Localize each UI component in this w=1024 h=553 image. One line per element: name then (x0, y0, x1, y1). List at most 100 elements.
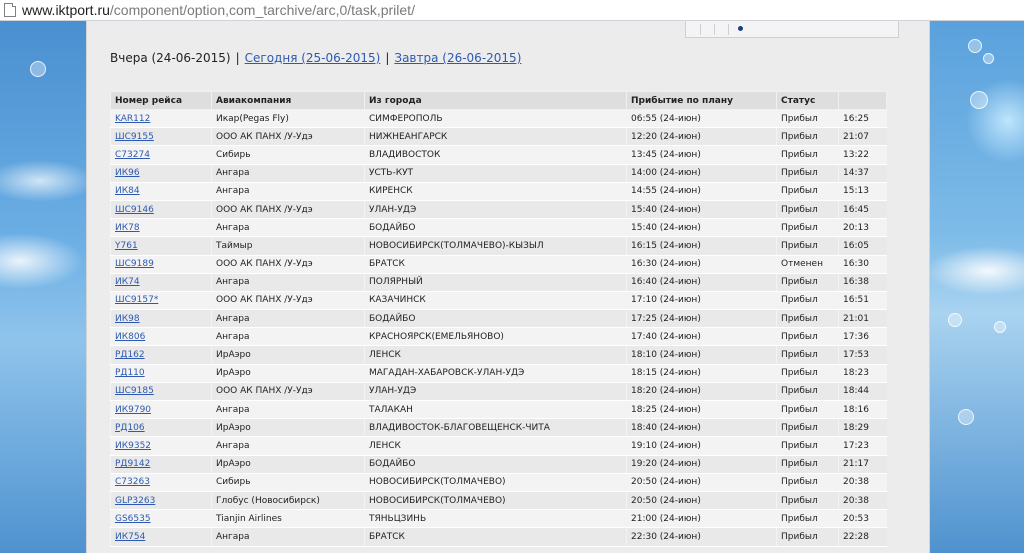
planned-arrival-cell: 19:10 (24-июн) (626, 436, 777, 456)
airline-cell: Глобус (Новосибирск) (211, 490, 365, 511)
actual-time-cell: 16:25 (838, 108, 887, 129)
status-cell: Прибыл (776, 272, 839, 292)
header-airline: Авиакомпания (211, 91, 365, 110)
planned-arrival-cell: 16:40 (24-июн) (626, 272, 777, 292)
status-cell: Прибыл (776, 472, 839, 492)
status-cell: Прибыл (776, 127, 839, 147)
flight-number-cell: GLP3263 (110, 490, 212, 511)
airline-cell: Ангара (211, 399, 365, 420)
origin-city-cell: НОВОСИБИРСК(ТОЛМАЧЕВО) (364, 490, 627, 511)
planned-arrival-cell: 20:50 (24-июн) (626, 490, 777, 511)
status-cell: Прибыл (776, 108, 839, 129)
origin-city-cell: НОВОСИБИРСК(ТОЛМАЧЕВО) (364, 472, 627, 492)
flight-number-link[interactable]: GLP3263 (115, 496, 155, 506)
table-row: РД106 ИрАэро ВЛАДИВОСТОК-БЛАГОВЕЩЕНСК-ЧИТА… (110, 418, 887, 438)
table-row: ИК9790 Ангара ТАЛАКАН 18:25 (24-июн) Прибыл 1… (110, 399, 887, 420)
flight-number-link[interactable]: РД106 (115, 423, 145, 433)
actual-time-cell: 22:28 (838, 527, 887, 547)
planned-arrival-cell: 18:40 (24-июн) (626, 418, 777, 438)
flight-number-link[interactable]: ШС9189 (115, 259, 154, 269)
actual-time-cell: 14:37 (838, 163, 887, 183)
flight-number-link[interactable]: ИК74 (115, 277, 140, 287)
table-row: ИК754 Ангара БРАТСК 22:30 (24-июн) Прибыл 22:… (110, 527, 887, 547)
origin-city-cell: УСТЬ-КУТ (364, 163, 627, 183)
planned-arrival-cell: 18:10 (24-июн) (626, 345, 777, 365)
header-planned-arrival: Прибытие по плану (626, 91, 777, 110)
flight-number-link[interactable]: ИК754 (115, 532, 145, 542)
flight-number-link[interactable]: Y761 (115, 241, 138, 251)
flight-number-link[interactable]: ИК98 (115, 314, 140, 324)
airline-cell: ИрАэро (211, 454, 365, 474)
flight-number-link[interactable]: ШС9146 (115, 205, 154, 215)
flight-number-link[interactable]: ИК78 (115, 223, 140, 233)
flight-number-link[interactable]: ИК96 (115, 168, 140, 178)
flight-number-link[interactable]: ИК9790 (115, 405, 151, 415)
flight-number-link[interactable]: С73263 (115, 477, 150, 487)
origin-city-cell: БОДАЙБО (364, 454, 627, 474)
flight-number-link[interactable]: ШС9185 (115, 386, 154, 396)
airline-cell: Ангара (211, 181, 365, 201)
mini-pager[interactable] (685, 21, 899, 38)
table-row: ИК96 Ангара УСТЬ-КУТ 14:00 (24-июн) Прибыл 14… (110, 163, 887, 183)
status-cell: Прибыл (776, 145, 839, 165)
actual-time-cell: 16:45 (838, 199, 887, 220)
planned-arrival-cell: 16:30 (24-июн) (626, 254, 777, 274)
flight-number-link[interactable]: С73274 (115, 150, 150, 160)
planned-arrival-cell: 17:40 (24-июн) (626, 327, 777, 347)
tomorrow-link[interactable]: Завтра (26-06-2015) (394, 51, 521, 65)
planned-arrival-cell: 20:50 (24-июн) (626, 472, 777, 492)
airline-cell: Таймыр (211, 236, 365, 256)
actual-time-cell: 18:23 (838, 363, 887, 383)
yesterday-label: Вчера (24-06-2015) (110, 51, 231, 65)
table-row: РД162 ИрАэро ЛЕНСК 18:10 (24-июн) Прибыл 17:5… (110, 345, 887, 365)
origin-city-cell: КИРЕНСК (364, 181, 627, 201)
origin-city-cell: ВЛАДИВОСТОК-БЛАГОВЕЩЕНСК-ЧИТА (364, 418, 627, 438)
flight-number-cell: ШС9146 (110, 199, 212, 220)
flight-number-cell: ШС9157* (110, 290, 212, 311)
table-row: РД110 ИрАэро МАГАДАН-ХАБАРОВСК-УЛАН-УДЭ 18:… (110, 363, 887, 383)
planned-arrival-cell: 14:55 (24-июн) (626, 181, 777, 201)
flight-number-link[interactable]: ИК84 (115, 186, 140, 196)
actual-time-cell: 21:17 (838, 454, 887, 474)
status-cell: Прибыл (776, 436, 839, 456)
flight-number-link[interactable]: РД9142 (115, 459, 150, 469)
bubble-decoration (994, 321, 1006, 333)
actual-time-cell: 17:23 (838, 436, 887, 456)
page-icon (4, 3, 16, 17)
origin-city-cell: ТАЛАКАН (364, 399, 627, 420)
origin-city-cell: ТЯНЬЦЗИНЬ (364, 509, 627, 529)
actual-time-cell: 16:51 (838, 290, 887, 311)
address-bar[interactable]: www.iktport.ru/component/option,com_tarc… (0, 0, 1024, 21)
nav-separator: | (385, 51, 390, 65)
table-row: С73274 Сибирь ВЛАДИВОСТОК 13:45 (24-июн) При… (110, 145, 887, 165)
origin-city-cell: СИМФЕРОПОЛЬ (364, 108, 627, 129)
table-row: ИК806 Ангара КРАСНОЯРСК(ЕМЕЛЬЯНОВО) 17:40 (… (110, 327, 887, 347)
flight-number-cell: ШС9155 (110, 127, 212, 147)
actual-time-cell: 21:01 (838, 309, 887, 329)
flight-number-cell: ИК754 (110, 527, 212, 547)
flight-number-cell: ИК78 (110, 218, 212, 238)
flight-number-link[interactable]: ШС9157* (115, 295, 158, 305)
status-cell: Прибыл (776, 490, 839, 511)
flight-number-link[interactable]: ШС9155 (115, 132, 154, 142)
flight-number-link[interactable]: KAR112 (115, 114, 150, 124)
today-link[interactable]: Сегодня (25-06-2015) (245, 51, 381, 65)
airline-cell: ООО АК ПАНХ /У-Удэ (211, 381, 365, 402)
flight-number-link[interactable]: ИК806 (115, 332, 145, 342)
actual-time-cell: 18:16 (838, 399, 887, 420)
flight-number-cell: РД110 (110, 363, 212, 383)
flight-number-link[interactable]: РД162 (115, 350, 145, 360)
flight-number-cell: ИК74 (110, 272, 212, 292)
table-row: С73263 Сибирь НОВОСИБИРСК(ТОЛМАЧЕВО) 20:50 … (110, 472, 887, 492)
flight-number-link[interactable]: ИК9352 (115, 441, 151, 451)
flight-number-cell: РД106 (110, 418, 212, 438)
flight-number-link[interactable]: РД110 (115, 368, 145, 378)
flight-number-link[interactable]: GS6535 (115, 514, 151, 524)
header-status: Статус (776, 91, 839, 110)
flight-number-cell: ИК9790 (110, 399, 212, 420)
planned-arrival-cell: 21:00 (24-июн) (626, 509, 777, 529)
nav-separator: | (235, 51, 240, 65)
flight-number-cell: GS6535 (110, 509, 212, 529)
flight-number-cell: ИК806 (110, 327, 212, 347)
planned-arrival-cell: 14:00 (24-июн) (626, 163, 777, 183)
